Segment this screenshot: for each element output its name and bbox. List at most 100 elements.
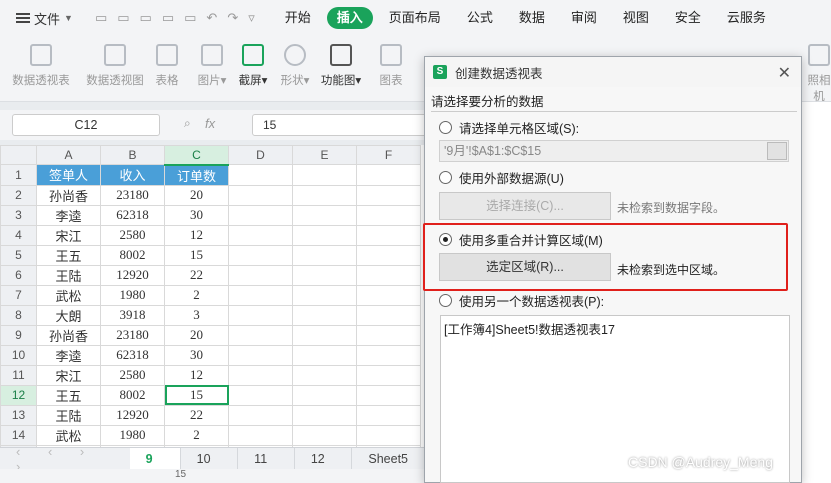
cell[interactable]: 8002	[100, 244, 165, 266]
pivot-chart-button[interactable]: 数据透视图	[82, 44, 148, 88]
cell[interactable]	[228, 164, 293, 186]
sheet-tab[interactable]: Sheet5	[352, 447, 425, 470]
print-icon[interactable]: ▭	[162, 10, 174, 26]
cell[interactable]	[292, 304, 357, 326]
range-picker-button[interactable]	[767, 142, 787, 160]
cell[interactable]	[292, 324, 357, 346]
cell[interactable]	[228, 244, 293, 266]
row-header[interactable]: 4	[0, 224, 37, 246]
cell[interactable]	[292, 384, 357, 406]
cell[interactable]	[356, 184, 421, 206]
cell[interactable]: 3	[164, 304, 229, 326]
cell[interactable]	[356, 424, 421, 446]
cell[interactable]	[228, 404, 293, 426]
tab-7[interactable]: 安全	[665, 7, 711, 29]
zoom-icon[interactable]: ⌕	[184, 116, 191, 131]
cell[interactable]: 12920	[100, 404, 165, 426]
corner-cell[interactable]	[0, 145, 37, 165]
sheet-tab[interactable]: 9月	[129, 447, 181, 483]
screenshot-button[interactable]: 截屏▾	[234, 44, 272, 88]
sheet-tab[interactable]: 10月	[181, 447, 239, 483]
radio-other-pivot[interactable]: 使用另一个数据透视表(P):	[439, 291, 604, 310]
cell[interactable]: 王陆	[36, 264, 101, 286]
cell[interactable]	[356, 284, 421, 306]
tab-4[interactable]: 数据	[509, 7, 555, 29]
cell[interactable]: 1980	[100, 284, 165, 306]
cell[interactable]: 李逵	[36, 344, 101, 366]
cell[interactable]: 宋江	[36, 364, 101, 386]
cell[interactable]	[356, 404, 421, 426]
tab-3[interactable]: 公式	[457, 7, 503, 29]
cell[interactable]	[292, 404, 357, 426]
cell[interactable]	[228, 264, 293, 286]
spreadsheet-grid[interactable]: A B C D E F 1 签单人 收入 订单数 2 孙尚香 23180 20 3 李逵 62318 30 4 宋江 2…	[0, 145, 425, 450]
column-header[interactable]: C	[164, 145, 229, 166]
new-icon[interactable]: ▭	[95, 10, 107, 26]
formula-input[interactable]: 15	[252, 114, 452, 136]
cell[interactable]	[356, 324, 421, 346]
function-chart-button[interactable]: 功能图▾	[318, 44, 364, 88]
cell[interactable]: 20	[164, 324, 229, 346]
cell[interactable]	[228, 304, 293, 326]
picture-button[interactable]: 图片▾	[194, 44, 230, 88]
cell[interactable]	[356, 224, 421, 246]
cell[interactable]: 1980	[100, 424, 165, 446]
cell[interactable]	[228, 364, 293, 386]
cell[interactable]: 62318	[100, 204, 165, 226]
shape-button[interactable]: 形状▾	[276, 44, 314, 88]
cell[interactable]	[356, 244, 421, 266]
cell[interactable]: 30	[164, 344, 229, 366]
row-header[interactable]: 11	[0, 364, 37, 386]
cell[interactable]: 订单数	[164, 164, 229, 186]
cell[interactable]: 23180	[100, 184, 165, 206]
cell[interactable]: 王五	[36, 384, 101, 406]
cell[interactable]: 12	[164, 364, 229, 386]
tab-0[interactable]: 开始	[275, 7, 321, 29]
row-header[interactable]: 10	[0, 344, 37, 366]
cell[interactable]	[356, 364, 421, 386]
column-header[interactable]: D	[228, 145, 293, 165]
tab-5[interactable]: 审阅	[561, 7, 607, 29]
cell[interactable]	[228, 284, 293, 306]
cell[interactable]: 22	[164, 404, 229, 426]
cell[interactable]: 签单人	[36, 164, 101, 186]
cell[interactable]	[356, 344, 421, 366]
cell[interactable]	[292, 284, 357, 306]
cell[interactable]	[292, 244, 357, 266]
cell[interactable]: 30	[164, 204, 229, 226]
cell[interactable]: 武松	[36, 424, 101, 446]
cell[interactable]	[228, 224, 293, 246]
cell[interactable]	[356, 384, 421, 406]
pivot-table-button[interactable]: 数据透视表	[4, 44, 78, 88]
cell[interactable]	[228, 344, 293, 366]
radio-select-range-circle[interactable]	[439, 121, 452, 134]
range-input[interactable]: '9月'!$A$1:$C$15	[439, 140, 789, 162]
cell[interactable]	[228, 424, 293, 446]
column-header[interactable]: B	[100, 145, 165, 165]
cell[interactable]: 收入	[100, 164, 165, 186]
cell[interactable]	[356, 164, 421, 186]
sheet-tab[interactable]: 11月	[238, 447, 295, 483]
tab-8[interactable]: 云服务	[717, 7, 776, 29]
fx-icon[interactable]: fx	[205, 116, 215, 131]
table-button[interactable]: 表格	[150, 44, 184, 88]
cell[interactable]: 20	[164, 184, 229, 206]
cell[interactable]	[228, 384, 293, 406]
close-icon[interactable]: ✕	[778, 63, 791, 83]
cell[interactable]	[292, 224, 357, 246]
cell[interactable]	[292, 424, 357, 446]
cell[interactable]: 3918	[100, 304, 165, 326]
column-header[interactable]: F	[356, 145, 421, 165]
cell[interactable]	[292, 364, 357, 386]
cell[interactable]: 武松	[36, 284, 101, 306]
cell[interactable]	[292, 264, 357, 286]
cell[interactable]	[292, 204, 357, 226]
cell[interactable]: 大朗	[36, 304, 101, 326]
undo-icon[interactable]: ↶	[206, 10, 217, 26]
preview-icon[interactable]: ▭	[184, 10, 196, 26]
cell[interactable]	[356, 204, 421, 226]
cell[interactable]: 12	[164, 224, 229, 246]
select-connection-button[interactable]: 选择连接(C)...	[439, 192, 611, 220]
cell[interactable]: 王五	[36, 244, 101, 266]
redo-icon[interactable]: ↷	[227, 10, 238, 26]
